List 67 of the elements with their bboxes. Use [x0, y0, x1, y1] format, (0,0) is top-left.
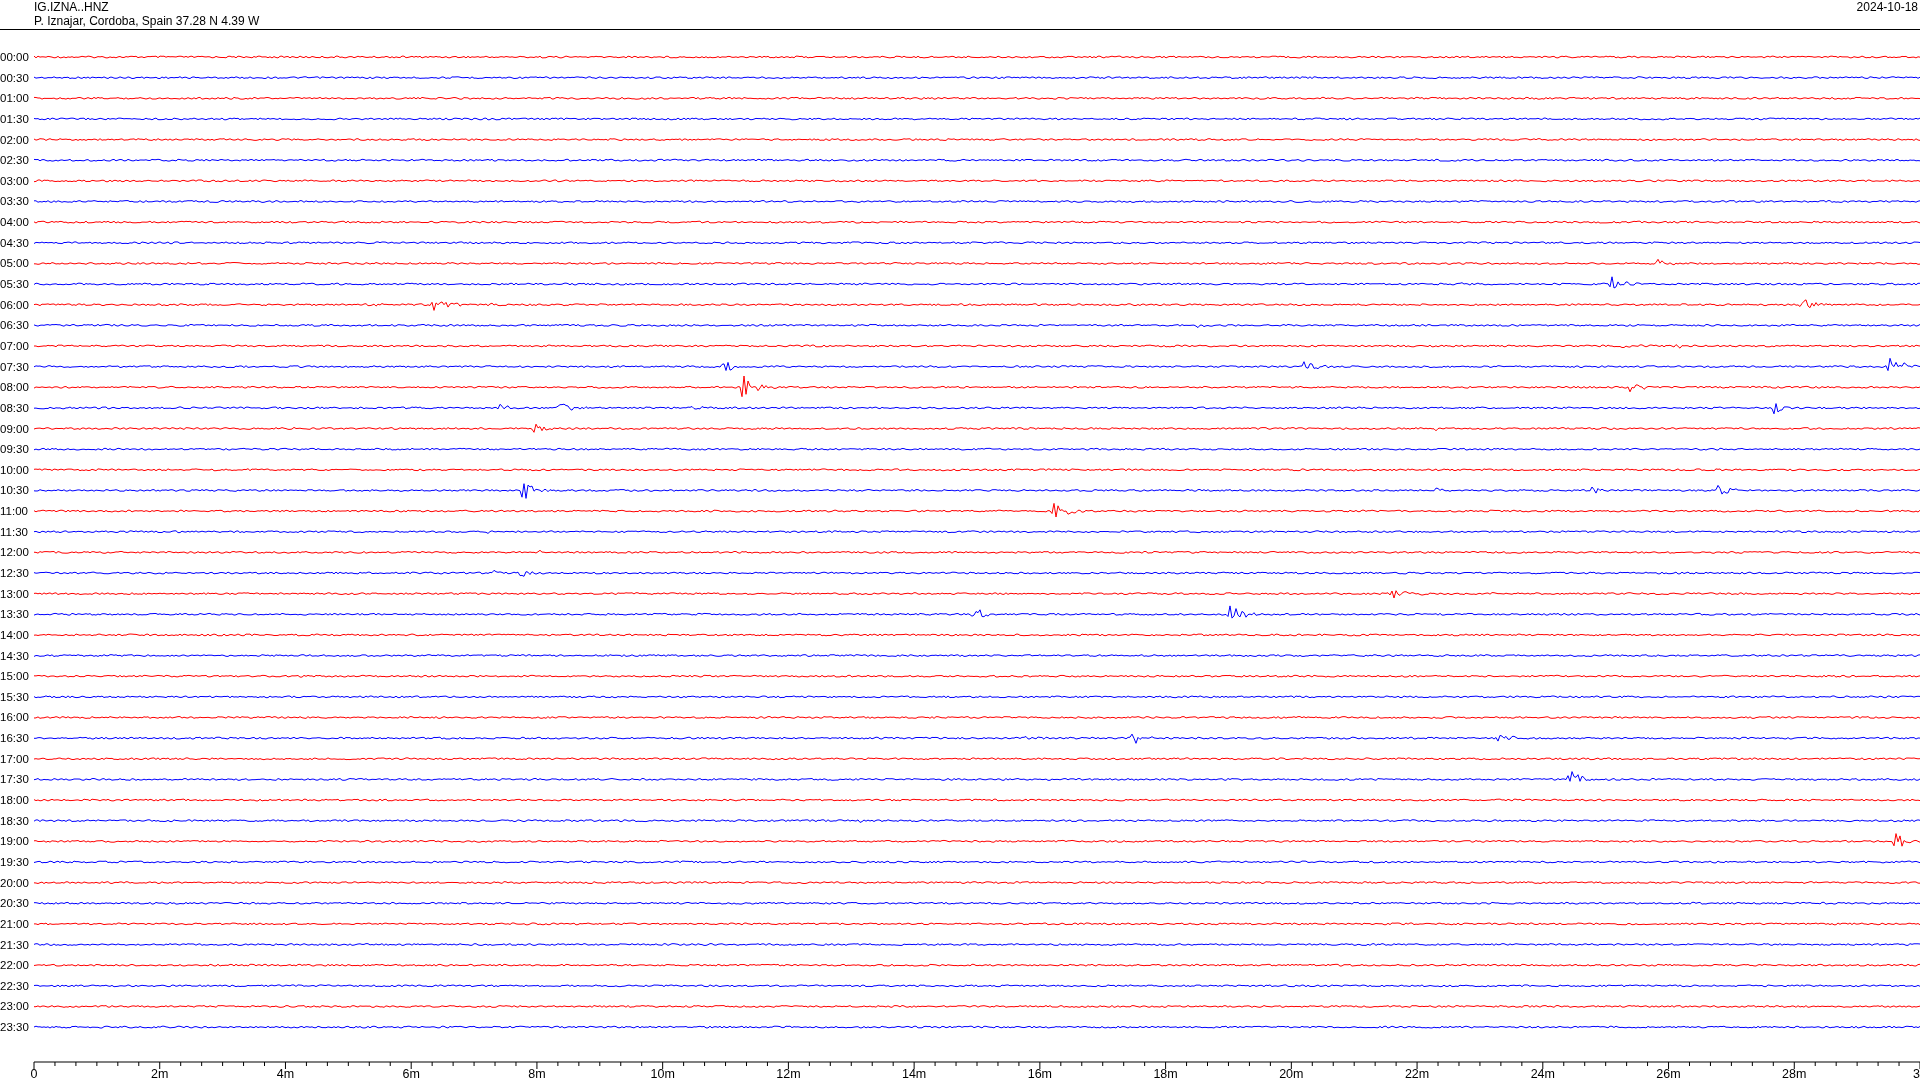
- time-label: 05:30: [0, 278, 29, 291]
- time-label: 16:00: [0, 711, 29, 724]
- axis-label: 18m: [1153, 1067, 1178, 1079]
- time-label: 07:30: [0, 360, 29, 373]
- time-label: 21:30: [0, 938, 29, 951]
- time-label: 01:00: [0, 92, 29, 105]
- time-label: 08:30: [0, 401, 29, 414]
- time-label: 17:00: [0, 752, 29, 765]
- axis-label: 12m: [776, 1067, 801, 1079]
- time-label: 08:00: [0, 381, 29, 394]
- time-label: 14:00: [0, 628, 29, 641]
- time-label: 06:30: [0, 319, 29, 332]
- axis-label: 24m: [1530, 1067, 1555, 1079]
- plot-date: 2024-10-18: [1856, 0, 1918, 14]
- time-label: 01:30: [0, 112, 29, 125]
- axis-label: 8m: [528, 1067, 546, 1079]
- time-label: 00:00: [0, 51, 29, 63]
- time-label: 03:30: [0, 195, 29, 208]
- time-label: 11:00: [0, 505, 28, 518]
- time-label: 23:00: [0, 1000, 29, 1013]
- axis-label: 26m: [1656, 1067, 1681, 1079]
- time-label: 09:30: [0, 443, 29, 456]
- time-label: 19:00: [0, 835, 29, 848]
- axis-label: 0: [30, 1067, 38, 1079]
- time-label: 12:00: [0, 546, 29, 559]
- time-label: 13:00: [0, 587, 29, 600]
- time-label: 18:30: [0, 814, 29, 827]
- time-label: 13:30: [0, 608, 29, 621]
- time-label: 09:00: [0, 422, 29, 435]
- time-label: 20:00: [0, 876, 29, 889]
- time-label: 22:30: [0, 979, 29, 992]
- axis-label: 20m: [1279, 1067, 1304, 1079]
- time-label: 16:30: [0, 732, 29, 745]
- time-label: 10:30: [0, 484, 29, 497]
- axis-label: 22m: [1404, 1067, 1430, 1079]
- time-label: 10:00: [0, 463, 29, 476]
- time-label: 14:30: [0, 649, 29, 662]
- axis-label: 2m: [151, 1067, 169, 1079]
- time-label: 11:30: [0, 525, 28, 538]
- axis-label: 28m: [1782, 1067, 1807, 1079]
- station-location: P. Iznajar, Cordoba, Spain 37.28 N 4.39 W: [34, 14, 260, 28]
- time-label: 15:00: [0, 670, 29, 683]
- time-label: 05:00: [0, 257, 29, 270]
- time-label: 02:00: [0, 133, 29, 146]
- axis-label: 4m: [276, 1067, 295, 1079]
- time-label: 17:30: [0, 773, 29, 786]
- time-label: 06:00: [0, 298, 29, 311]
- time-label: 12:30: [0, 567, 29, 579]
- axis-label: 10m: [650, 1067, 675, 1079]
- time-label: 04:30: [0, 236, 29, 249]
- time-label: 18:00: [0, 794, 29, 807]
- station-code: IG.IZNA..HNZ: [34, 0, 109, 14]
- time-label: 03:00: [0, 174, 29, 187]
- time-label: 19:30: [0, 855, 29, 868]
- time-label: 00:30: [0, 71, 29, 84]
- time-label: 23:30: [0, 1021, 29, 1034]
- time-label: 21:00: [0, 917, 29, 930]
- time-label: 04:00: [0, 216, 29, 229]
- axis-label: 14m: [901, 1067, 927, 1079]
- time-label: 22:00: [0, 959, 29, 972]
- time-label: 02:30: [0, 154, 29, 167]
- time-label: 07:00: [0, 339, 29, 352]
- axis-label: 6m: [402, 1067, 420, 1079]
- axis-label: 3: [1913, 1067, 1920, 1079]
- axis-label: 16m: [1027, 1067, 1053, 1079]
- time-label: 15:30: [0, 690, 29, 703]
- time-label: 20:30: [0, 897, 29, 910]
